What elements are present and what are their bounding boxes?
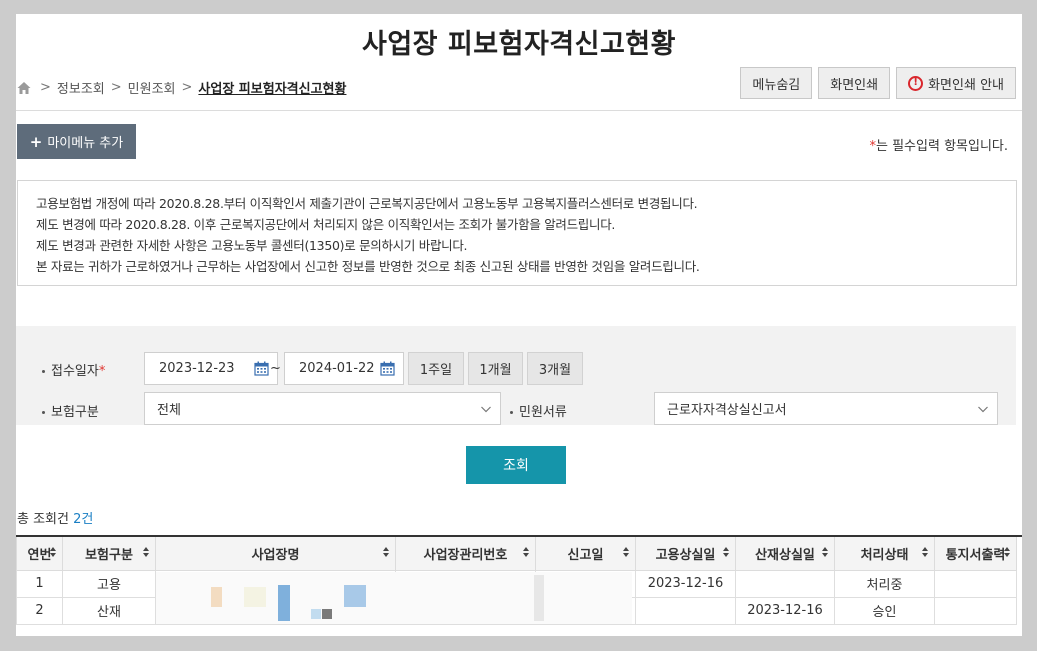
sort-icon[interactable] — [1003, 546, 1011, 558]
col-header-employment-loss-date[interactable]: 고용상실일 — [635, 537, 736, 571]
date-from-input[interactable]: 2023-12-23 — [144, 352, 278, 385]
breadcrumb-separator: > — [110, 80, 122, 95]
notice-line: 제도 변경에 따라 2020.8.28. 이후 근로복지공단에서 처리되지 않은… — [36, 217, 616, 232]
chevron-down-icon — [481, 406, 491, 413]
sort-icon[interactable] — [49, 546, 57, 558]
cell-accident-loss-date: 2023-12-16 — [735, 596, 835, 625]
result-table: 연번 보험구분 사업장명 사업장관리번호 신고일 고용상실일 산재상실일 처리상… — [16, 535, 1022, 625]
notice-box: 고용보험법 개정에 따라 2020.8.28.부터 이직확인서 제출기관이 근로… — [17, 180, 1017, 286]
sort-icon[interactable] — [522, 546, 530, 558]
plus-icon: + — [29, 132, 43, 151]
print-screen-button[interactable]: 화면인쇄 — [818, 67, 891, 99]
breadcrumb-item-info[interactable]: 정보조회 — [57, 78, 105, 97]
page: 사업장 피보험자격신고현황 > 정보조회 > 민원조회 > 사업장 피보험자격신… — [16, 14, 1022, 636]
cell-notice-print[interactable] — [934, 569, 1017, 598]
alert-icon: ! — [908, 75, 924, 91]
period-1week-button[interactable]: 1주일 — [408, 352, 464, 385]
date-from-value: 2023-12-23 — [159, 361, 235, 376]
col-header-insurance-type[interactable]: 보험구분 — [62, 537, 156, 571]
col-header-notice-print[interactable]: 통지서출력 — [934, 537, 1017, 571]
required-star: * — [98, 364, 106, 379]
insurance-type-value: 전체 — [157, 403, 181, 418]
total-count: 총 조회건 2건 — [17, 508, 93, 527]
breadcrumb: > 정보조회 > 민원조회 > 사업장 피보험자격신고현황 — [16, 78, 346, 97]
add-my-menu-label: 마이메뉴 추가 — [47, 136, 124, 151]
notice-line: 고용보험법 개정에 따라 2020.8.28.부터 이직확인서 제출기관이 근로… — [36, 196, 698, 211]
cell-employment-loss-date — [635, 596, 736, 625]
sort-icon[interactable] — [382, 546, 390, 558]
col-header-status[interactable]: 처리상태 — [834, 537, 935, 571]
col-header-workplace-name[interactable]: 사업장명 — [155, 537, 396, 571]
table-header-row: 연번 보험구분 사업장명 사업장관리번호 신고일 고용상실일 산재상실일 처리상… — [16, 537, 1017, 571]
col-header-accident-loss-date[interactable]: 산재상실일 — [735, 537, 835, 571]
sort-icon[interactable] — [821, 546, 829, 558]
date-range-tilde: ~ — [270, 361, 281, 376]
col-header-workplace-number[interactable]: 사업장관리번호 — [395, 537, 536, 571]
sort-icon[interactable] — [722, 546, 730, 558]
insurance-type-select[interactable]: 전체 — [144, 392, 501, 425]
divider — [16, 110, 1022, 111]
required-note-text: 는 필수입력 항목입니다. — [876, 139, 1008, 154]
cell-notice-print[interactable] — [934, 596, 1017, 625]
home-icon[interactable] — [16, 80, 32, 96]
cell-insurance-type: 고용 — [62, 569, 156, 598]
col-header-seq[interactable]: 연번 — [16, 537, 63, 571]
receipt-date-label: 접수일자* — [42, 360, 105, 379]
notice-line: 본 자료는 귀하가 근로하였거나 근무하는 사업장에서 신고한 정보를 반영한 … — [36, 259, 700, 274]
top-button-group: 메뉴숨김 화면인쇄 ! 화면인쇄 안내 — [740, 67, 1016, 99]
cell-status: 승인 — [834, 596, 935, 625]
print-guide-label: 화면인쇄 안내 — [928, 77, 1004, 93]
redacted-overlay — [156, 572, 632, 624]
total-count-value: 2건 — [73, 512, 94, 527]
search-button[interactable]: 조회 — [466, 446, 566, 484]
document-value: 근로자자격상실신고서 — [667, 403, 787, 418]
cell-insurance-type: 산재 — [62, 596, 156, 625]
calendar-icon[interactable] — [380, 361, 395, 376]
col-header-report-date[interactable]: 신고일 — [535, 537, 636, 571]
chevron-down-icon — [978, 406, 988, 413]
calendar-icon[interactable] — [254, 361, 269, 376]
bullet — [510, 411, 513, 414]
sort-icon[interactable] — [622, 546, 630, 558]
period-3month-button[interactable]: 3개월 — [527, 352, 583, 385]
total-prefix: 총 조회건 — [17, 512, 69, 527]
sort-icon[interactable] — [142, 546, 150, 558]
document-select[interactable]: 근로자자격상실신고서 — [654, 392, 998, 425]
sort-icon[interactable] — [921, 546, 929, 558]
document-label: 민원서류 — [510, 401, 567, 420]
insurance-type-label: 보험구분 — [42, 401, 99, 420]
page-title: 사업장 피보험자격신고현황 — [362, 29, 676, 60]
notice-line: 제도 변경과 관련한 자세한 사항은 고용노동부 콜센터(1350)로 문의하시… — [36, 238, 468, 253]
breadcrumb-separator: > — [181, 80, 193, 95]
date-to-value: 2024-01-22 — [299, 361, 375, 376]
date-to-input[interactable]: 2024-01-22 — [284, 352, 404, 385]
required-note: *는 필수입력 항목입니다. — [870, 135, 1009, 154]
add-my-menu-button[interactable]: + 마이메뉴 추가 — [17, 124, 136, 159]
breadcrumb-current[interactable]: 사업장 피보험자격신고현황 — [198, 78, 346, 97]
cell-status: 처리중 — [834, 569, 935, 598]
cell-accident-loss-date — [735, 569, 835, 598]
cell-seq: 1 — [16, 569, 63, 598]
bullet — [42, 370, 45, 373]
breadcrumb-separator: > — [40, 80, 51, 95]
breadcrumb-item-petition[interactable]: 민원조회 — [128, 78, 176, 97]
print-guide-button[interactable]: ! 화면인쇄 안내 — [896, 67, 1016, 99]
bullet — [42, 411, 45, 414]
cell-employment-loss-date: 2023-12-16 — [635, 569, 736, 598]
search-panel: 접수일자* 2023-12-23 ~ 2024-01-22 1주일 1개월 3개… — [16, 326, 1016, 425]
cell-seq: 2 — [16, 596, 63, 625]
period-1month-button[interactable]: 1개월 — [468, 352, 523, 385]
hide-menu-button[interactable]: 메뉴숨김 — [740, 67, 813, 99]
